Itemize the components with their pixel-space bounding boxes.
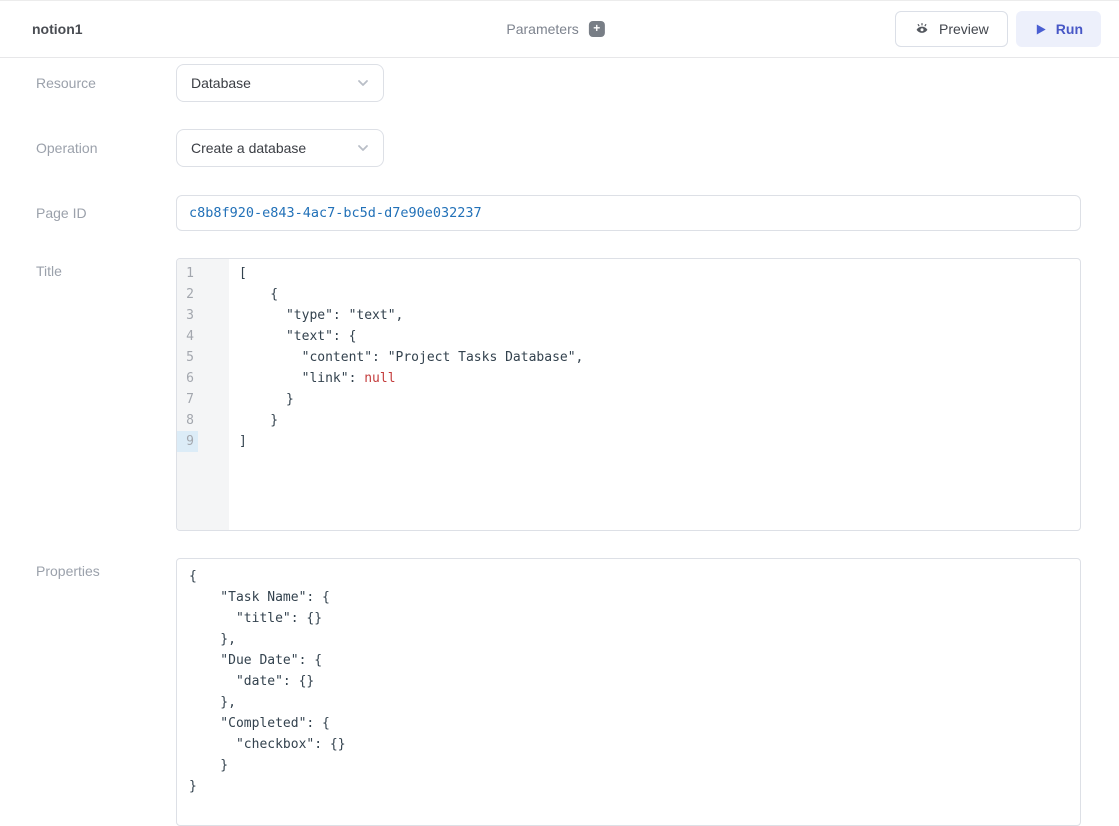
line-number: 5 (177, 347, 198, 368)
header-actions: Preview Run (895, 11, 1101, 47)
code-line: "content": "Project Tasks Database", (239, 347, 1072, 368)
line-number: 3 (177, 305, 198, 326)
operation-row: Operation Create a database (0, 129, 1119, 167)
code-line: "type": "text", (239, 305, 1072, 326)
chevron-down-icon (356, 141, 370, 155)
operation-label: Operation (0, 140, 176, 156)
line-number: 4 (177, 326, 198, 347)
line-number: 1 (177, 263, 198, 284)
code-line: } (239, 410, 1072, 431)
preview-button[interactable]: Preview (895, 11, 1008, 47)
code-line: } (239, 389, 1072, 410)
line-number: 8 (177, 410, 198, 431)
play-icon (1034, 23, 1047, 36)
resource-value: Database (191, 75, 251, 91)
code-line: { (239, 284, 1072, 305)
tab-parameters[interactable]: Parameters (506, 21, 578, 37)
run-button[interactable]: Run (1016, 11, 1101, 47)
preview-label: Preview (939, 21, 989, 37)
page-id-label: Page ID (0, 205, 176, 221)
code-content: [ { "type": "text", "text": { "content":… (229, 259, 1080, 530)
panel-header: notion1 Parameters + Preview (0, 1, 1119, 58)
properties-editor[interactable]: { "Task Name": { "title": {} }, "Due Dat… (176, 558, 1081, 826)
page-id-input[interactable] (176, 195, 1081, 231)
resource-label: Resource (0, 75, 176, 91)
run-label: Run (1056, 21, 1083, 37)
code-line: [ (239, 263, 1072, 284)
properties-label: Properties (0, 558, 176, 579)
properties-json-text: { "Task Name": { "title": {} }, "Due Dat… (189, 566, 1068, 797)
node-detail-view: { "header": { "title": "notion1", "tab_l… (0, 0, 1119, 797)
line-number: 6 (177, 368, 198, 389)
resource-select[interactable]: Database (176, 64, 384, 102)
chevron-down-icon (356, 76, 370, 90)
title-label: Title (0, 258, 176, 279)
title-code-editor[interactable]: 123456789 [ { "type": "text", "text": { … (176, 258, 1081, 531)
line-number-gutter: 123456789 (177, 259, 229, 530)
code-line: ] (239, 431, 1072, 452)
page-id-row: Page ID (0, 195, 1119, 231)
node-name[interactable]: notion1 (32, 21, 83, 37)
line-number: 9 (177, 431, 198, 452)
plus-icon[interactable]: + (589, 21, 605, 37)
tab-bar: Parameters + (506, 1, 604, 57)
resource-row: Resource Database (0, 64, 1119, 102)
line-number: 2 (177, 284, 198, 305)
title-row: Title 123456789 [ { "type": "text", "tex… (0, 258, 1119, 531)
code-line: "link": null (239, 368, 1072, 389)
eye-icon (914, 21, 930, 37)
line-number: 7 (177, 389, 198, 410)
operation-select[interactable]: Create a database (176, 129, 384, 167)
parameters-panel: Resource Database Operation Create a dat… (0, 64, 1119, 826)
properties-row: Properties { "Task Name": { "title": {} … (0, 558, 1119, 826)
operation-value: Create a database (191, 140, 306, 156)
code-line: "text": { (239, 326, 1072, 347)
